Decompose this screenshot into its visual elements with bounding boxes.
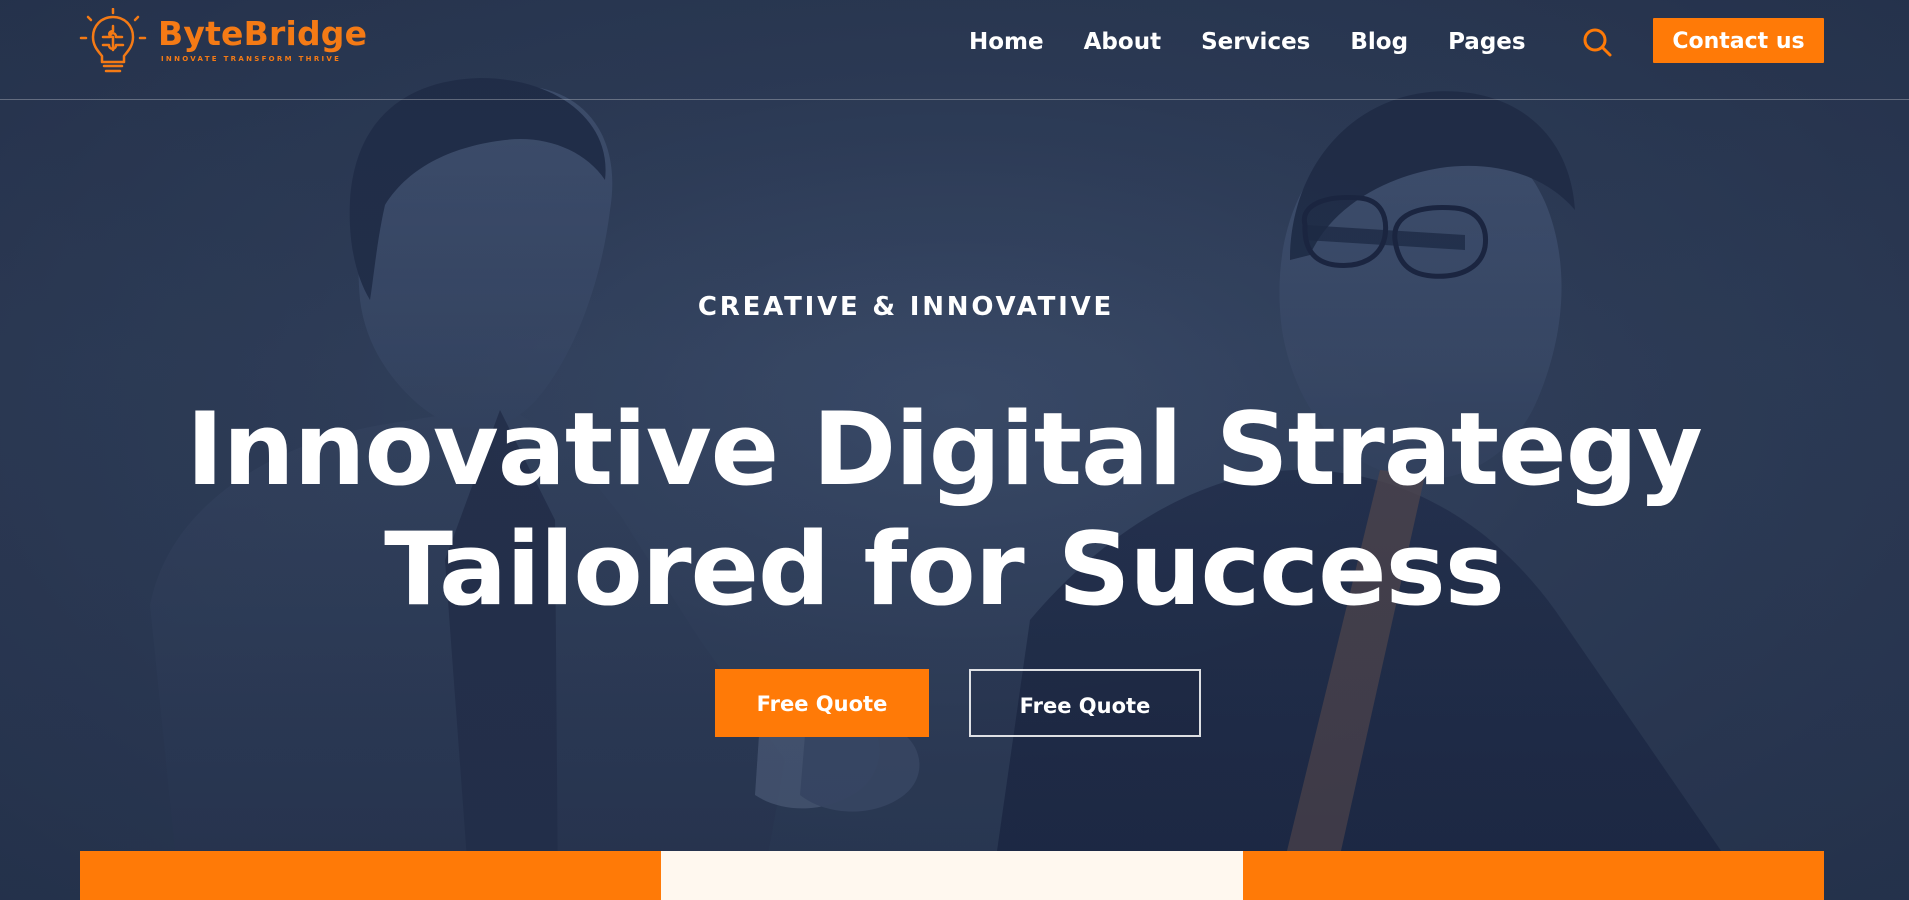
nav-item-home[interactable]: Home: [969, 30, 1044, 54]
hero-headline-line-2: Tailored for Success: [384, 509, 1505, 628]
search-icon[interactable]: [1581, 26, 1613, 58]
hero-eyebrow: CREATIVE & INNOVATIVE: [697, 292, 1115, 322]
hero-headline-line-1: Innovative Digital Strategy: [186, 390, 1703, 509]
free-quote-outline-button[interactable]: Free Quote: [969, 669, 1201, 737]
feature-card-right: [1242, 851, 1824, 900]
nav-item-pages[interactable]: Pages: [1448, 30, 1526, 54]
nav-item-services[interactable]: Services: [1201, 30, 1310, 54]
nav-item-about[interactable]: About: [1084, 30, 1161, 54]
brand-tagline: INNOVATE TRANSFORM THRIVE: [161, 55, 342, 63]
free-quote-button[interactable]: Free Quote: [715, 669, 929, 737]
hero-cta-group: Free Quote Free Quote: [715, 669, 1201, 737]
feature-cards-preview: [80, 851, 1824, 900]
feature-card-middle: [661, 851, 1243, 900]
site-header: ByteBridge INNOVATE TRANSFORM THRIVE Hom…: [0, 0, 1909, 100]
brand-name: ByteBridge: [158, 14, 368, 53]
feature-card-left: [80, 851, 662, 900]
main-navigation: Home About Services Blog Pages: [969, 25, 1526, 59]
bulb-puzzle-icon: [79, 8, 147, 73]
contact-us-button[interactable]: Contact us: [1653, 18, 1824, 63]
nav-item-blog[interactable]: Blog: [1350, 30, 1408, 54]
brand-logo[interactable]: ByteBridge INNOVATE TRANSFORM THRIVE: [79, 8, 367, 80]
hero-headline: Innovative Digital Strategy Tailored for…: [0, 393, 1888, 625]
